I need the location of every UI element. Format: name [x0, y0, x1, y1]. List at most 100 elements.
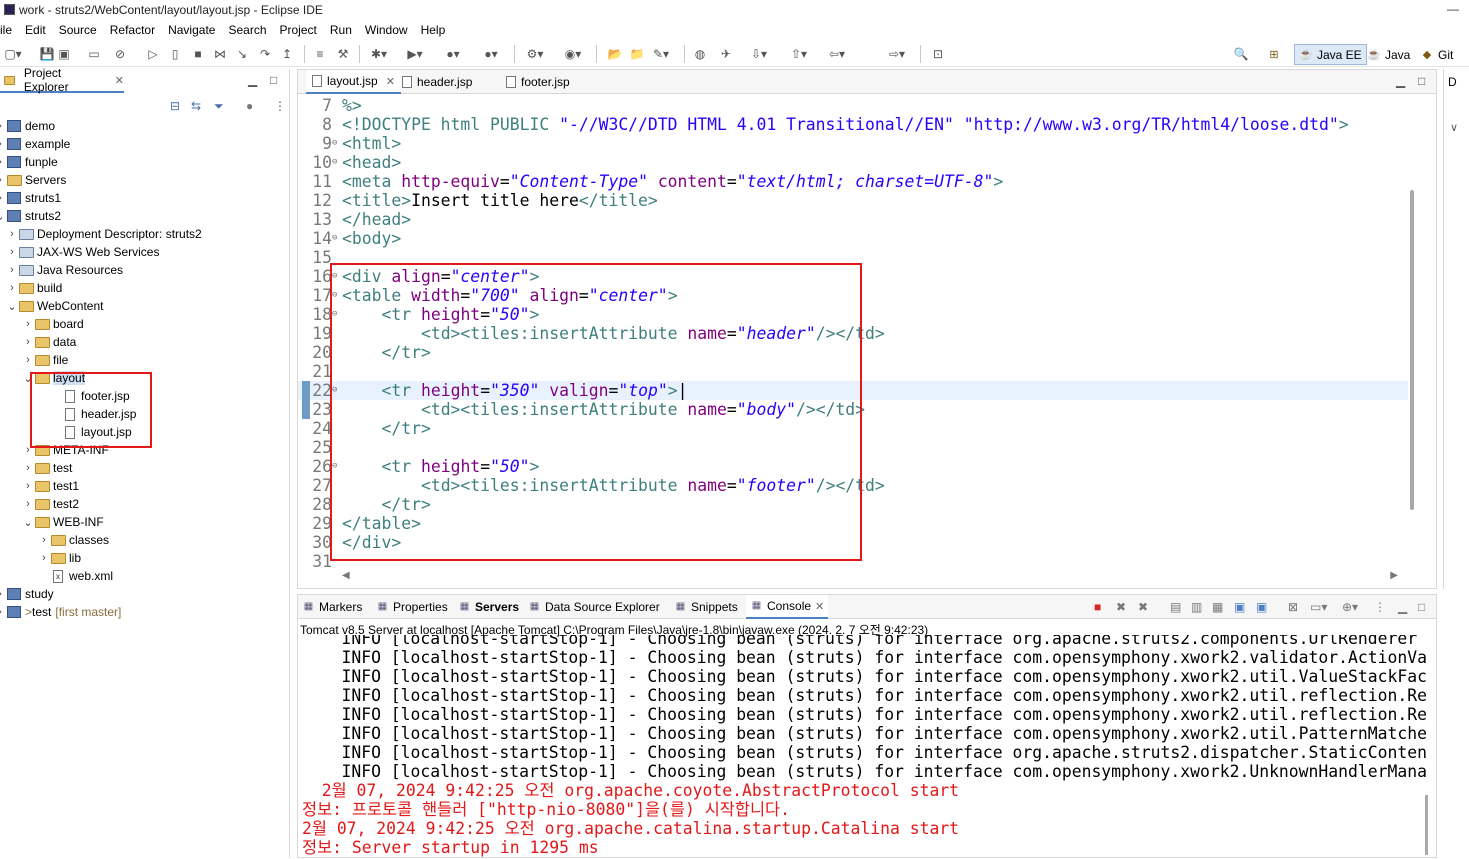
chevron-right-icon[interactable]: › — [22, 480, 34, 492]
console-output[interactable]: INFO [localhost-startStop-1] - Choosing … — [298, 635, 1426, 859]
tree-item-test[interactable]: ›> test[first master] — [0, 603, 121, 621]
menu-item-search[interactable]: Search — [228, 23, 266, 37]
chevron-right-icon[interactable]: › — [22, 318, 34, 330]
chevron-right-icon[interactable]: › — [6, 264, 18, 276]
tree-item-java-resources[interactable]: › Java Resources — [6, 261, 123, 279]
chevron-right-icon[interactable]: › — [22, 462, 34, 474]
close-icon[interactable]: ✕ — [115, 74, 124, 87]
tree-item-struts2[interactable]: ⌄struts2 — [0, 207, 61, 225]
chevron-down-icon[interactable]: ⌄ — [22, 516, 34, 529]
menu-item-help[interactable]: Help — [421, 23, 446, 37]
clear-console-icon[interactable]: ▤ — [1170, 600, 1181, 614]
view-menu-icon[interactable]: ⋮ — [274, 99, 286, 113]
annotation-icon[interactable]: ✈ — [718, 46, 734, 62]
next-annotation-icon[interactable]: ⇩▾ — [746, 46, 772, 62]
tree-item-board[interactable]: › board — [22, 315, 84, 333]
collapse-all-icon[interactable]: ⊟ — [170, 99, 180, 113]
minimize-icon[interactable]: ▁ — [248, 73, 257, 87]
menu-item-ile[interactable]: ile — [0, 23, 12, 37]
chevron-right-icon[interactable]: › — [6, 228, 18, 240]
tree-item-test[interactable]: › test — [22, 459, 72, 477]
stop-icon[interactable]: ■ — [190, 46, 206, 62]
tree-item-study[interactable]: ›study — [0, 585, 54, 603]
code-line[interactable]: 10 ⊖ <head> — [298, 153, 1408, 172]
skip-icon[interactable]: ⊘ — [112, 46, 128, 62]
tree-item-data[interactable]: › data — [22, 333, 76, 351]
tree-item-file[interactable]: › file — [22, 351, 68, 369]
fold-toggle-icon[interactable]: ⊖ — [332, 153, 342, 172]
back-icon[interactable]: ⇦▾ — [824, 46, 850, 62]
remove-launch-icon[interactable]: ✖ — [1116, 600, 1126, 614]
disconnect-icon[interactable]: ⋈ — [212, 46, 228, 62]
new-icon[interactable]: ▢▾ — [0, 46, 26, 62]
code-line[interactable]: 14 ⊖ <body> — [298, 229, 1408, 248]
step-into-icon[interactable]: ↘ — [234, 46, 250, 62]
search-tool-icon[interactable]: 🔍 — [1228, 46, 1254, 62]
close-icon[interactable]: ✕ — [386, 75, 395, 88]
console-tab-servers[interactable]: ▦ Servers — [458, 595, 519, 619]
editor-horizontal-scrollbar[interactable]: ◀ ▶ — [338, 570, 1398, 582]
tree-item-deployment-descriptor-struts2[interactable]: › Deployment Descriptor: struts2 — [6, 225, 202, 243]
tree-item-test1[interactable]: › test1 — [22, 477, 79, 495]
chevron-right-icon[interactable]: › — [38, 552, 50, 564]
maximize-icon[interactable]: □ — [270, 73, 277, 87]
chevron-right-icon[interactable]: › — [6, 282, 18, 294]
menu-item-refactor[interactable]: Refactor — [110, 23, 155, 37]
code-line[interactable]: 13 </head> — [298, 210, 1408, 229]
perspective-java-ee[interactable]: ☕ Java EE — [1294, 44, 1367, 65]
chevron-down-icon[interactable]: ∨ — [1450, 121, 1458, 134]
menu-item-edit[interactable]: Edit — [25, 23, 46, 37]
open-console-icon[interactable]: ⊕▾ — [1342, 600, 1358, 614]
console-vertical-scrollbar[interactable] — [1425, 795, 1428, 855]
scroll-right-icon[interactable]: ▶ — [1390, 570, 1398, 581]
suspend-icon[interactable]: ▯ — [167, 46, 183, 62]
menu-item-window[interactable]: Window — [365, 23, 408, 37]
editor-tab-header-jsp[interactable]: header.jsp — [396, 70, 478, 94]
perspective-java[interactable]: ☕ Java — [1363, 44, 1414, 65]
toggle-icon[interactable]: ≡ — [312, 46, 328, 62]
tree-item-web-xml[interactable]: x web.xml — [38, 567, 113, 585]
resume-icon[interactable]: ▷ — [145, 46, 161, 62]
console-minimize-icon[interactable]: ▁ — [1398, 600, 1407, 614]
open-task-icon[interactable]: 📁 — [624, 46, 650, 62]
external-tools-icon[interactable]: ●▾ — [478, 46, 504, 62]
save-all-icon[interactable]: ▣ — [56, 46, 72, 62]
scroll-left-icon[interactable]: ◀ — [342, 570, 350, 581]
build-icon[interactable]: ⚒ — [335, 46, 351, 62]
new-server-icon[interactable]: ⚙▾ — [522, 46, 548, 62]
editor-vertical-scrollbar[interactable] — [1410, 190, 1414, 510]
pin-icon[interactable]: ⊡ — [930, 46, 946, 62]
chevron-right-icon[interactable]: › — [22, 336, 34, 348]
console-tab-data-source-explorer[interactable]: ▦ Data Source Explorer — [528, 595, 660, 619]
remove-all-icon[interactable]: ✖ — [1138, 600, 1148, 614]
prev-annotation-icon[interactable]: ⇧▾ — [786, 46, 812, 62]
menu-item-run[interactable]: Run — [330, 23, 352, 37]
perspective-git[interactable]: ◆ Git — [1416, 44, 1457, 65]
code-line[interactable]: 7 %> — [298, 96, 1408, 115]
debug-icon[interactable]: ✱▾ — [366, 46, 392, 62]
word-wrap-icon[interactable]: ▦ — [1212, 600, 1223, 614]
fold-toggle-icon[interactable]: ⊖ — [332, 229, 342, 248]
chevron-right-icon[interactable]: › — [38, 534, 50, 546]
editor-minimize-icon[interactable]: ▁ — [1396, 74, 1405, 88]
chevron-right-icon[interactable]: › — [6, 246, 18, 258]
console-tab-markers[interactable]: ▦ Markers — [302, 595, 363, 619]
code-line[interactable]: 11 <meta http-equiv="Content-Type" conten… — [298, 172, 1408, 191]
code-line[interactable]: 8 <!DOCTYPE html PUBLIC "-//W3C//DTD HTML… — [298, 115, 1408, 134]
link-with-editor-icon[interactable]: ⇆ — [191, 99, 201, 113]
tree-item-webcontent[interactable]: ⌄ WebContent — [6, 297, 103, 315]
show-stderr-icon[interactable]: ▣ — [1256, 600, 1267, 614]
terminal-icon[interactable]: ▭ — [86, 46, 102, 62]
chevron-down-icon[interactable]: ⌄ — [6, 300, 18, 313]
coverage-icon[interactable]: ●▾ — [440, 46, 466, 62]
code-line[interactable]: 12 <title>Insert title here</title> — [298, 191, 1408, 210]
scroll-lock-icon[interactable]: ▥ — [1191, 600, 1202, 614]
fold-toggle-icon[interactable]: ⊖ — [332, 134, 342, 153]
close-icon[interactable]: ✕ — [815, 600, 824, 613]
show-stdout-icon[interactable]: ▣ — [1234, 600, 1245, 614]
open-perspective-button[interactable]: ⊞ — [1263, 44, 1289, 65]
console-tab-properties[interactable]: ▦ Properties — [376, 595, 448, 619]
forward-icon[interactable]: ⇨▾ — [884, 46, 910, 62]
view-menu-icon[interactable]: ⋮ — [1374, 600, 1386, 614]
code-line[interactable]: 9 ⊖ <html> — [298, 134, 1408, 153]
